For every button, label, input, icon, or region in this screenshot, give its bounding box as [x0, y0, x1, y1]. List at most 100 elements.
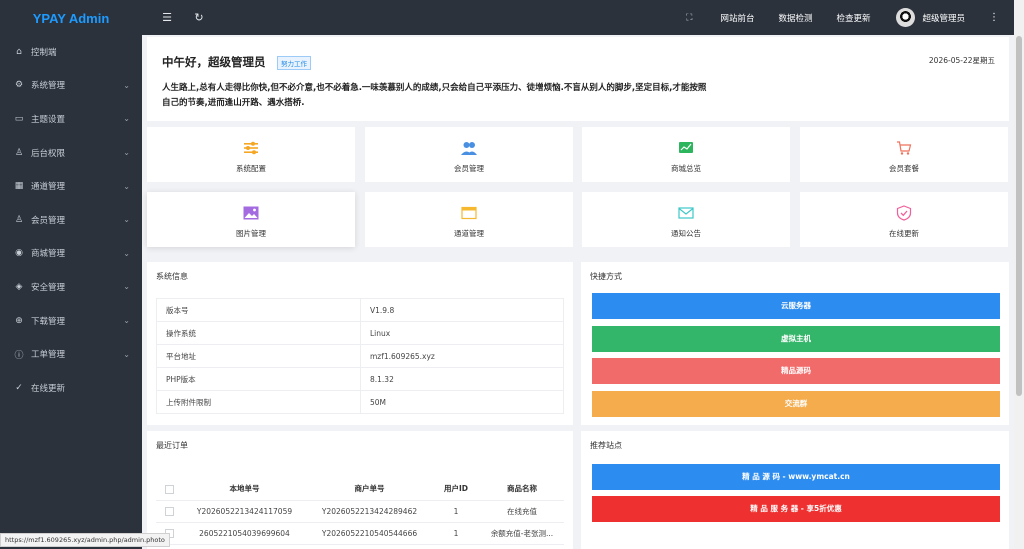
top-bar: ☰ ↻ ⛶ 网站前台 数据检测 检查更新 超级管理员 ⋮ — [142, 0, 1014, 35]
sidebar-item-8[interactable]: ⊕ 下载管理 ⌄ — [0, 304, 142, 338]
sidebar-item-10[interactable]: ✓ 在线更新 — [0, 371, 142, 405]
shortcut-button-1[interactable]: 虚拟主机 — [592, 325, 1000, 352]
table-row: Y2026052213424117059 Y2026052213424289462… — [156, 500, 564, 523]
info-value: V1.9.8 — [360, 298, 564, 322]
link-data-check[interactable]: 数据检测 — [778, 12, 812, 24]
member-icon: ♙ — [14, 214, 24, 225]
sidebar-nav: ⌂ 控制端 ⚙ 系统管理 ⌄ ▭ 主题设置 ⌄ ♙ 后台权限 ⌄ ▦ 通道管理 ⌄ ♙ 会员管理 ⌄ ◉ 商城管理 ⌄… — [0, 35, 142, 405]
info-value: 8.1.32 — [360, 367, 564, 391]
recommend-button-1[interactable]: 精 品 服 务 器 - 享5折优惠 — [592, 496, 1000, 522]
chart-icon — [678, 140, 694, 156]
shortcut-button-3[interactable]: 交流群 — [592, 390, 1000, 417]
info-row: 上传附件限制 50M — [156, 390, 564, 414]
table-cell: 1 — [432, 544, 480, 549]
tile-window[interactable]: 通道管理 — [365, 192, 573, 247]
tile-label: 在线更新 — [889, 229, 919, 238]
user-icon: ♙ — [14, 147, 24, 158]
chevron-down-icon: ⌄ — [123, 248, 130, 258]
sidebar-item-1[interactable]: ⚙ 系统管理 ⌄ — [0, 69, 142, 103]
shortcut-button-0[interactable]: 云服务器 — [592, 293, 1000, 319]
chevron-down-icon: ⌄ — [123, 114, 130, 124]
shortcut-button-2[interactable]: 精品源码 — [592, 358, 1000, 384]
column-header: 本地单号 — [182, 478, 307, 501]
tile-chart[interactable]: 商城总览 — [582, 127, 790, 182]
orders-table: 本地单号 商户单号 用户ID 商品名称 Y2026052213424117059 Y20… — [156, 478, 564, 549]
tile-sliders[interactable]: 系统配置 — [147, 127, 355, 182]
sidebar-item-3[interactable]: ♙ 后台权限 ⌄ — [0, 136, 142, 170]
channel-icon: ▦ — [14, 181, 24, 192]
info-key: 上传附件限制 — [156, 390, 361, 414]
row-select-cell — [156, 500, 182, 523]
chevron-down-icon: ⌄ — [123, 181, 130, 191]
info-value: mzf1.609265.xyz — [360, 344, 564, 368]
column-header: 用户ID — [432, 478, 480, 501]
sidebar-item-label: 主题设置 — [31, 114, 66, 125]
column-header: 商户单号 — [307, 478, 432, 501]
tile-mail[interactable]: 通知公告 — [582, 192, 790, 247]
greeting-title: 中午好，超级管理员 — [162, 55, 266, 69]
recent-orders-panel: 最近订单 本地单号 商户单号 用户ID 商品名称 Y20260522134241170… — [147, 431, 573, 549]
panel-title: 推荐站点 — [590, 441, 622, 450]
row-checkbox[interactable] — [164, 506, 174, 516]
panel-title: 系统信息 — [156, 272, 188, 281]
table-header-row: 本地单号 商户单号 用户ID 商品名称 — [156, 478, 564, 501]
select-all-checkbox[interactable] — [164, 484, 174, 494]
tile-label: 系统配置 — [236, 164, 266, 173]
tile-cart[interactable]: 会员套餐 — [800, 127, 1008, 182]
table-row: Y2026052209331417057Y2026052209331411755… — [156, 544, 564, 549]
sidebar-item-0[interactable]: ⌂ 控制端 — [0, 35, 142, 69]
update-icon: ✓ — [15, 382, 23, 393]
chevron-down-icon: ⌄ — [123, 316, 130, 326]
image-icon — [243, 205, 259, 221]
system-info-panel: 系统信息 版本号 V1.9.8 操作系统 Linux 平台地址 mzf1.609265.x… — [147, 262, 573, 425]
sidebar-item-label: 在线更新 — [31, 383, 66, 394]
sidebar-item-9[interactable]: ⓘ 工单管理 ⌄ — [0, 337, 142, 371]
home-icon: ⌂ — [16, 46, 22, 57]
table-cell: 在线充值 — [480, 544, 564, 549]
motto-text: 人生路上,总有人走得比你快,但不必介意,也不必着急.一味羡慕别人的成绩,只会给自… — [162, 83, 707, 108]
table-cell: Y2026052209331411755 — [307, 544, 432, 549]
sidebar-item-6[interactable]: ◉ 商城管理 ⌄ — [0, 237, 142, 271]
avatar[interactable] — [896, 8, 916, 27]
table-cell: 在线充值 — [480, 500, 564, 523]
brand-logo[interactable]: YPAY Admin — [0, 0, 142, 35]
theme-icon: ▭ — [14, 113, 24, 124]
tile-label: 图片管理 — [236, 229, 266, 238]
more-icon[interactable]: ⋮ — [989, 12, 999, 23]
shop-icon: ◉ — [15, 248, 23, 259]
current-date: 2026-05-22星期五 — [928, 56, 995, 65]
tile-label: 通道管理 — [454, 229, 484, 238]
panel-title: 最近订单 — [156, 441, 188, 450]
sidebar-item-2[interactable]: ▭ 主题设置 ⌄ — [0, 102, 142, 136]
info-value: Linux — [360, 321, 564, 345]
fullscreen-icon[interactable]: ⛶ — [686, 13, 692, 23]
tile-label: 会员管理 — [454, 164, 484, 173]
table-cell: Y2026052213424117059 — [182, 500, 307, 523]
link-frontend[interactable]: 网站前台 — [720, 12, 754, 24]
tile-users[interactable]: 会员管理 — [365, 127, 573, 182]
table-cell: 余额充值-老张测... — [480, 522, 564, 545]
sidebar-item-5[interactable]: ♙ 会员管理 ⌄ — [0, 203, 142, 237]
security-icon: ◈ — [15, 281, 23, 292]
tile-image[interactable]: 图片管理 — [147, 192, 355, 247]
download-icon: ⊕ — [15, 315, 23, 326]
username[interactable]: 超级管理员 — [922, 12, 965, 24]
refresh-icon[interactable]: ↻ — [192, 11, 206, 24]
recommend-panel: 推荐站点 精 品 源 码 - www.ymcat.cn 精 品 服 务 器 - 享… — [581, 431, 1009, 549]
cart-icon — [896, 140, 912, 156]
chevron-down-icon: ⌄ — [123, 215, 130, 225]
sidebar-item-label: 商城管理 — [31, 249, 66, 260]
recommend-button-0[interactable]: 精 品 源 码 - www.ymcat.cn — [592, 464, 1000, 490]
scrollbar-thumb[interactable] — [1016, 36, 1022, 396]
status-bar-url: https://mzf1.609265.xyz/admin.php/admin.… — [0, 533, 170, 547]
sidebar-item-4[interactable]: ▦ 通道管理 ⌄ — [0, 169, 142, 203]
tile-shield-check[interactable]: 在线更新 — [800, 192, 1008, 247]
sidebar-item-label: 控制端 — [31, 47, 57, 58]
sidebar-item-7[interactable]: ◈ 安全管理 ⌄ — [0, 270, 142, 304]
menu-toggle-icon[interactable]: ☰ — [160, 11, 174, 24]
info-key: 版本号 — [156, 298, 361, 322]
tile-label: 商城总览 — [671, 164, 701, 173]
link-check-update[interactable]: 检查更新 — [836, 12, 870, 24]
chevron-down-icon: ⌄ — [123, 282, 130, 292]
sidebar-item-label: 系统管理 — [31, 81, 66, 92]
